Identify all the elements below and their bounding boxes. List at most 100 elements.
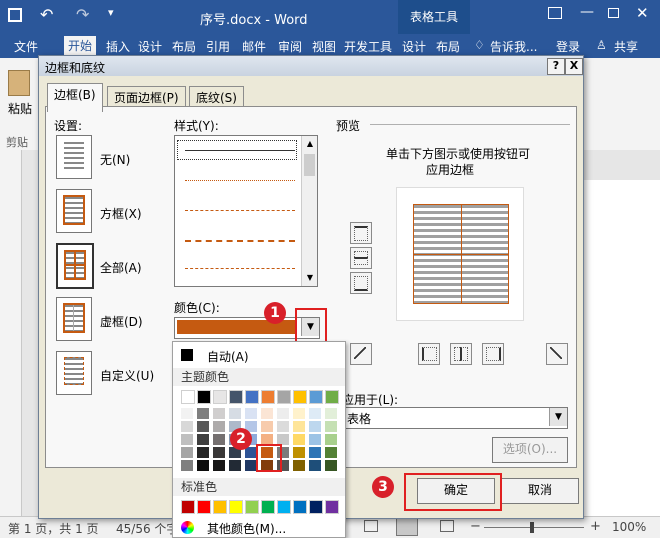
paste-label[interactable]: 粘贴	[8, 100, 32, 117]
tab-table-layout[interactable]: 布局	[436, 38, 460, 55]
bottom-border-button[interactable]	[350, 272, 372, 294]
theme-shade-swatch[interactable]	[325, 447, 337, 458]
theme-shade-swatch[interactable]	[293, 434, 305, 445]
theme-shade-swatch[interactable]	[245, 408, 257, 419]
theme-shade-swatch[interactable]	[309, 447, 321, 458]
theme-shade-swatch[interactable]	[213, 434, 225, 445]
style-list[interactable]: ▲ ▼	[174, 135, 318, 287]
zoom-slider[interactable]	[484, 527, 584, 528]
undo-icon[interactable]: ↶	[40, 5, 53, 24]
tab-borders[interactable]: 边框(B)	[47, 83, 103, 112]
more-colors-row[interactable]: 其他颜色(M)...	[173, 518, 345, 538]
minimize-icon[interactable]: —	[580, 4, 594, 20]
sign-in-link[interactable]: 登录	[556, 38, 580, 55]
tab-design[interactable]: 设计	[138, 38, 162, 55]
inside-vertical-border-button[interactable]	[450, 343, 472, 365]
tab-developer[interactable]: 开发工具	[344, 38, 392, 55]
redo-icon[interactable]: ↷	[76, 5, 89, 24]
theme-shade-swatch[interactable]	[309, 434, 321, 445]
theme-color-swatch[interactable]	[325, 390, 339, 404]
standard-color-swatch[interactable]	[325, 500, 339, 514]
cancel-button[interactable]: 取消	[501, 478, 579, 504]
style-list-scrollbar[interactable]: ▲ ▼	[301, 136, 317, 286]
theme-shade-swatch[interactable]	[197, 460, 209, 471]
tab-home[interactable]: 开始	[64, 36, 97, 55]
tab-view[interactable]: 视图	[312, 38, 336, 55]
theme-shade-swatch[interactable]	[293, 460, 305, 471]
theme-shade-swatch[interactable]	[309, 408, 321, 419]
setting-box-label[interactable]: 方框(X)	[100, 205, 142, 222]
save-icon[interactable]	[8, 8, 22, 22]
theme-shade-swatch[interactable]	[309, 460, 321, 471]
theme-shade-swatch[interactable]	[181, 408, 193, 419]
read-mode-icon[interactable]	[364, 520, 378, 532]
zoom-slider-thumb[interactable]	[530, 522, 534, 533]
tab-file[interactable]: 文件	[14, 38, 38, 55]
theme-shade-swatch[interactable]	[293, 421, 305, 432]
setting-box-tile[interactable]	[56, 189, 92, 233]
theme-shade-swatch[interactable]	[229, 408, 241, 419]
theme-shade-swatch[interactable]	[293, 447, 305, 458]
theme-shade-swatch[interactable]	[213, 408, 225, 419]
theme-color-swatch[interactable]	[197, 390, 211, 404]
preview-page[interactable]	[396, 187, 524, 321]
theme-shade-swatch[interactable]	[325, 434, 337, 445]
theme-shade-swatch[interactable]	[181, 434, 193, 445]
theme-shade-swatch[interactable]	[325, 460, 337, 471]
tell-me-box[interactable]: 告诉我...	[490, 38, 537, 55]
share-button[interactable]: 共享	[614, 38, 638, 55]
theme-color-swatch[interactable]	[277, 390, 291, 404]
ribbon-options-icon[interactable]	[548, 7, 562, 19]
setting-grid-tile[interactable]	[56, 297, 92, 341]
setting-all-tile[interactable]	[56, 243, 94, 289]
top-border-button[interactable]	[350, 222, 372, 244]
setting-all-label[interactable]: 全部(A)	[100, 259, 142, 276]
lightbulb-icon[interactable]: ♢	[474, 38, 485, 52]
theme-color-swatch[interactable]	[245, 390, 259, 404]
right-border-button[interactable]	[482, 343, 504, 365]
web-layout-icon[interactable]	[440, 520, 454, 532]
setting-custom-tile[interactable]	[56, 351, 92, 395]
tab-references[interactable]: 引用	[206, 38, 230, 55]
zoom-level[interactable]: 100%	[612, 520, 646, 534]
setting-none-tile[interactable]	[56, 135, 92, 179]
print-layout-icon[interactable]	[396, 518, 418, 536]
standard-color-swatch[interactable]	[309, 500, 323, 514]
paste-icon[interactable]	[8, 70, 30, 96]
theme-shade-swatch[interactable]	[197, 421, 209, 432]
scroll-up-icon[interactable]: ▲	[302, 136, 318, 152]
zoom-in-icon[interactable]: +	[590, 519, 601, 534]
tab-mailings[interactable]: 邮件	[242, 38, 266, 55]
theme-shade-swatch[interactable]	[197, 408, 209, 419]
theme-color-swatch[interactable]	[181, 390, 195, 404]
theme-color-swatch[interactable]	[213, 390, 227, 404]
theme-shade-swatch[interactable]	[261, 421, 273, 432]
customize-quick-access-icon[interactable]: ▾	[108, 6, 114, 19]
theme-color-swatch[interactable]	[261, 390, 275, 404]
diagonal-down-border-button[interactable]	[546, 343, 568, 365]
theme-shade-swatch[interactable]	[197, 447, 209, 458]
close-window-icon[interactable]: ✕	[636, 4, 649, 22]
standard-color-swatch[interactable]	[293, 500, 307, 514]
standard-color-swatch[interactable]	[229, 500, 243, 514]
tab-insert[interactable]: 插入	[106, 38, 130, 55]
standard-color-swatch[interactable]	[261, 500, 275, 514]
tab-layout[interactable]: 布局	[172, 38, 196, 55]
inside-horizontal-border-button[interactable]	[350, 247, 372, 269]
help-button[interactable]: ?	[547, 58, 565, 75]
theme-shade-swatch[interactable]	[261, 408, 273, 419]
chevron-down-icon[interactable]: ▼	[549, 408, 567, 426]
theme-shade-swatch[interactable]	[309, 421, 321, 432]
theme-shade-swatch[interactable]	[325, 408, 337, 419]
theme-color-swatch[interactable]	[293, 390, 307, 404]
scroll-down-icon[interactable]: ▼	[302, 270, 318, 286]
left-border-button[interactable]	[418, 343, 440, 365]
standard-color-swatch[interactable]	[245, 500, 259, 514]
theme-shade-swatch[interactable]	[197, 434, 209, 445]
theme-shade-swatch[interactable]	[293, 408, 305, 419]
standard-color-swatch[interactable]	[213, 500, 227, 514]
theme-shade-swatch[interactable]	[213, 460, 225, 471]
standard-color-swatch[interactable]	[277, 500, 291, 514]
theme-shade-swatch[interactable]	[181, 447, 193, 458]
theme-shade-swatch[interactable]	[325, 421, 337, 432]
